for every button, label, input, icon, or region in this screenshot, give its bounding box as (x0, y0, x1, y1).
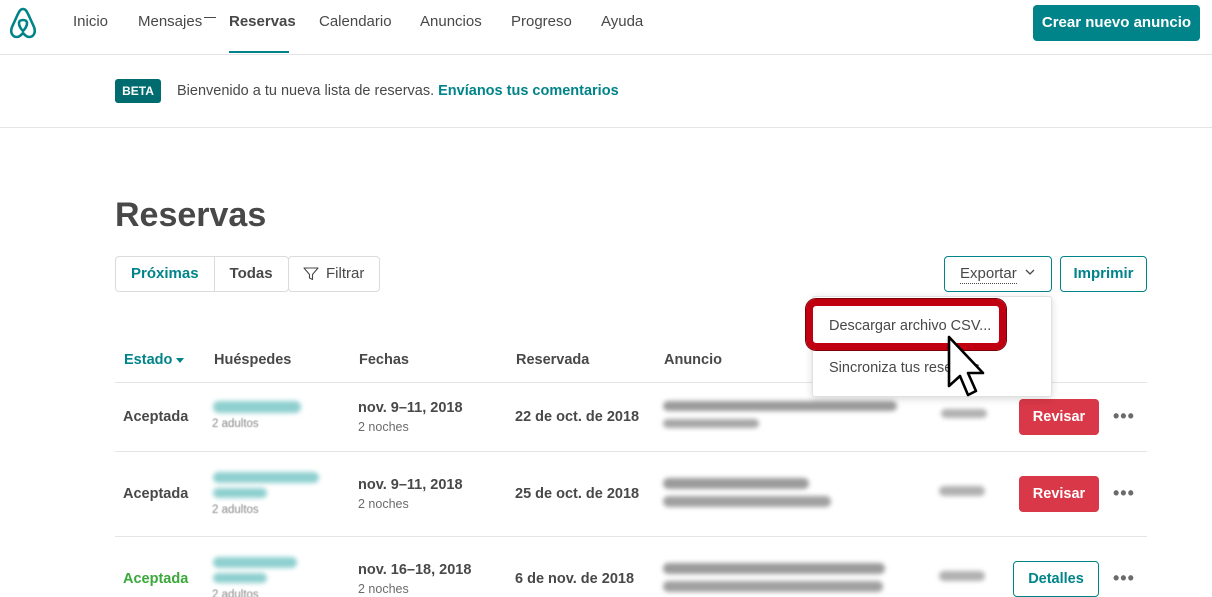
page-title: Reservas (115, 196, 267, 234)
reservation-dates: nov. 16–18, 2018 (358, 562, 472, 578)
guest-detail: 2 adultos (212, 418, 259, 430)
header-anuncio: Anuncio (664, 352, 722, 368)
reservation-nights: 2 noches (358, 420, 409, 434)
guest-name-redacted (213, 472, 319, 483)
tab-todas[interactable]: Todas (215, 257, 288, 291)
airbnb-logo-icon[interactable] (8, 6, 38, 40)
guest-name-redacted (213, 401, 301, 413)
status-text: Aceptada (123, 409, 189, 425)
export-button[interactable]: Exportar (944, 256, 1052, 292)
top-navigation: Inicio Mensajes Reservas Calendario Anun… (0, 0, 1212, 55)
guest-detail: 2 adultos (212, 589, 259, 597)
listing-name-redacted (663, 419, 759, 428)
price-redacted (939, 486, 985, 496)
nav-mensajes[interactable]: Mensajes (138, 13, 202, 30)
listing-name-redacted (663, 478, 809, 489)
beta-badge: BETA (115, 79, 161, 103)
table-row: Aceptada 2 adultos nov. 16–18, 2018 2 no… (115, 537, 1147, 597)
sort-caret-icon (176, 357, 185, 363)
filter-button[interactable]: Filtrar (288, 256, 380, 292)
beta-banner: BETA Bienvenido a tu nueva lista de rese… (0, 56, 1212, 128)
guest-name-redacted (213, 557, 297, 568)
status-text: Aceptada (123, 486, 189, 502)
guest-name-redacted (213, 488, 267, 498)
feedback-link[interactable]: Envíanos tus comentarios (438, 83, 619, 99)
create-listing-button[interactable]: Crear nuevo anuncio (1033, 5, 1200, 41)
review-button[interactable]: Revisar (1019, 399, 1099, 435)
header-reservada: Reservada (516, 352, 590, 368)
nav-progreso[interactable]: Progreso (511, 13, 572, 30)
banner-text: Bienvenido a tu nueva lista de reservas. (177, 83, 435, 99)
reservation-nights: 2 noches (358, 582, 409, 596)
unread-indicator (204, 17, 216, 18)
nav-calendario[interactable]: Calendario (319, 13, 392, 30)
nav-anuncios[interactable]: Anuncios (420, 13, 482, 30)
listing-name-redacted (663, 401, 897, 411)
booked-date: 6 de nov. de 2018 (515, 571, 635, 587)
status-text: Aceptada (123, 571, 189, 587)
booked-date: 25 de oct. de 2018 (515, 486, 640, 502)
banner-message: Bienvenido a tu nueva lista de reservas.… (177, 83, 619, 99)
details-button[interactable]: Detalles (1013, 561, 1099, 597)
guest-detail: 2 adultos (212, 504, 259, 516)
export-label: Exportar (960, 265, 1017, 284)
more-dots-icon[interactable]: ••• (1113, 406, 1135, 427)
nav-inicio[interactable]: Inicio (73, 13, 108, 30)
tab-proximas[interactable]: Próximas (116, 257, 215, 291)
guest-name-redacted (213, 573, 267, 583)
filter-label: Filtrar (326, 265, 365, 282)
header-estado-label: Estado (124, 352, 173, 368)
booked-date: 22 de oct. de 2018 (515, 409, 640, 425)
table-row: Aceptada 2 adultos nov. 9–11, 2018 2 noc… (115, 452, 1147, 536)
nav-reservas[interactable]: Reservas (229, 13, 296, 30)
listing-name-redacted (663, 581, 883, 592)
reservation-dates: nov. 9–11, 2018 (358, 477, 463, 493)
price-redacted (941, 409, 987, 418)
listing-name-redacted (663, 563, 885, 574)
price-redacted (939, 571, 985, 581)
chevron-down-icon (1025, 269, 1035, 275)
listing-name-redacted (663, 496, 831, 507)
header-fechas: Fechas (359, 352, 409, 368)
header-huespedes: Huéspedes (214, 352, 292, 368)
nav-ayuda[interactable]: Ayuda (601, 13, 643, 30)
review-button[interactable]: Revisar (1019, 476, 1099, 512)
print-button[interactable]: Imprimir (1060, 256, 1147, 292)
reservation-tabs: Próximas Todas (115, 256, 289, 292)
mouse-cursor-icon (947, 335, 985, 397)
active-tab-underline (229, 51, 289, 53)
more-dots-icon[interactable]: ••• (1113, 483, 1135, 504)
more-dots-icon[interactable]: ••• (1113, 568, 1135, 589)
header-estado[interactable]: Estado (124, 352, 185, 368)
filter-funnel-icon (303, 267, 319, 281)
reservation-nights: 2 noches (358, 497, 409, 511)
reservation-dates: nov. 9–11, 2018 (358, 400, 463, 416)
